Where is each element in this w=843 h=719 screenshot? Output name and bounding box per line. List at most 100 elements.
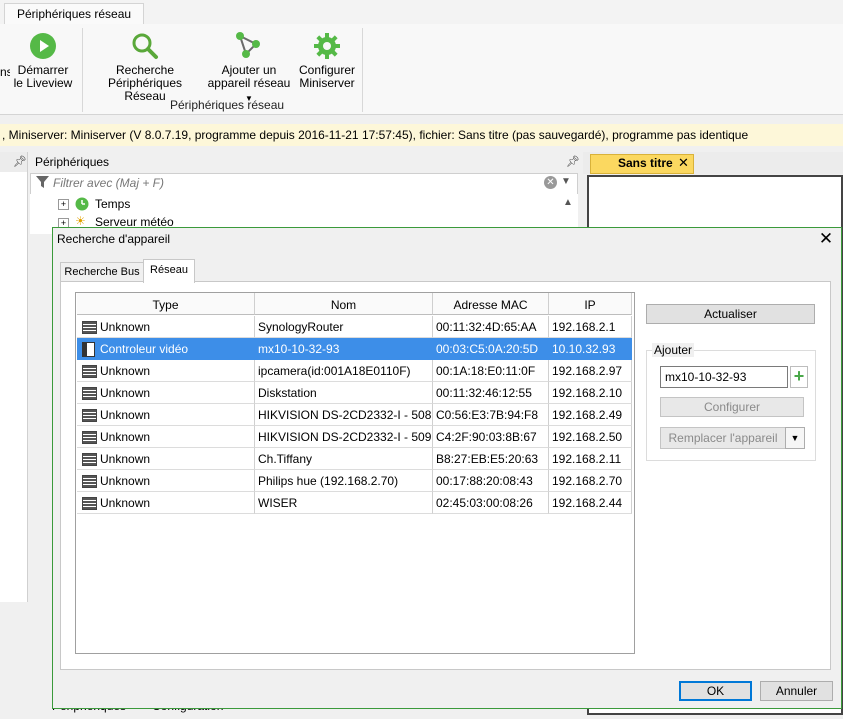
cell-ip: 192.168.2.97	[549, 360, 632, 382]
cell-text: C0:56:E3:7B:94:F8	[436, 408, 539, 422]
network-device-icon	[82, 365, 97, 378]
cell-text: Unknown	[100, 408, 151, 422]
table-row[interactable]: Unknown Ch.Tiffany B8:27:EB:E5:20:63 192.16…	[77, 448, 632, 470]
column-header-ip[interactable]: IP	[549, 293, 632, 315]
cell-ip: 10.10.32.93	[549, 338, 632, 360]
add-network-device-button[interactable]: Ajouter un appareil réseau ▼	[204, 30, 294, 105]
network-device-icon	[82, 453, 97, 466]
cell-text: Unknown	[100, 452, 151, 466]
table-row[interactable]: Unknown HIKVISION DS-2CD2332-I - 508... C0…	[77, 404, 632, 426]
cell-ip: 192.168.2.10	[549, 382, 632, 404]
add-device-label-2: appareil réseau	[207, 76, 291, 90]
close-icon[interactable]: ✕	[816, 229, 836, 249]
configure-miniserver-button[interactable]: Configurer Miniserver	[296, 32, 358, 90]
cell-text: 192.168.2.97	[552, 364, 623, 378]
start-liveview-button[interactable]: Démarrer le Liveview	[12, 32, 74, 90]
cell-type: Unknown	[77, 426, 255, 448]
ribbon-separator	[362, 28, 363, 112]
configure-button[interactable]: Configurer	[660, 397, 804, 417]
status-text: Miniserver: Miniserver (V 8.0.7.19, prog…	[8, 128, 749, 142]
cell-text: mx10-10-32-93	[258, 342, 340, 356]
ribbon-separator	[82, 28, 83, 112]
cell-mac: 00:11:32:4D:65:AA	[433, 316, 549, 338]
ribbon-partial-button[interactable]: ns	[0, 66, 10, 79]
cell-type: Unknown	[77, 382, 255, 404]
cell-text: Diskstation	[258, 386, 317, 400]
cell-type: Unknown	[77, 470, 255, 492]
device-name-input[interactable]	[660, 366, 788, 388]
column-header-name[interactable]: Nom	[255, 293, 433, 315]
clear-filter-icon[interactable]: ✕	[544, 176, 557, 189]
cell-text: 02:45:03:00:08:26	[436, 496, 533, 510]
close-tab-icon[interactable]: ✕	[678, 155, 689, 171]
cancel-button[interactable]: Annuler	[760, 681, 833, 701]
table-row[interactable]: Controleur vidéo mx10-10-32-93 00:03:C5:0A…	[77, 338, 632, 360]
ok-button[interactable]: OK	[679, 681, 752, 701]
cell-text: 00:1A:18:E0:11:0F	[436, 364, 536, 378]
cell-text: C4:2F:90:03:8B:67	[436, 430, 537, 444]
cell-ip: 192.168.2.11	[549, 448, 632, 470]
cell-text: HIKVISION DS-2CD2332-I - 509...	[258, 430, 433, 444]
cell-ip: 192.168.2.49	[549, 404, 632, 426]
ribbon-tab-network-devices[interactable]: Périphériques réseau	[4, 3, 145, 24]
cell-text: Unknown	[100, 430, 151, 444]
cell-name: HIKVISION DS-2CD2332-I - 508...	[255, 404, 433, 426]
replace-dropdown-icon[interactable]: ▼	[785, 427, 805, 449]
tab-network[interactable]: Réseau	[143, 259, 195, 283]
expand-icon[interactable]: +	[58, 199, 69, 210]
magnifier-icon	[132, 33, 158, 59]
pin-icon[interactable]: 📌︎	[13, 155, 27, 168]
cell-text: 00:03:C5:0A:20:5D	[436, 342, 539, 356]
table-row[interactable]: Unknown WISER 02:45:03:00:08:26 192.168.2.4…	[77, 492, 632, 514]
scroll-up-icon[interactable]: ▲	[563, 197, 573, 208]
cell-name: WISER	[255, 492, 433, 514]
cell-mac: 00:03:C5:0A:20:5D	[433, 338, 549, 360]
cell-mac: B8:27:EB:E5:20:63	[433, 448, 549, 470]
cell-text: B8:27:EB:E5:20:63	[436, 452, 539, 466]
cell-text: 192.168.2.49	[552, 408, 623, 422]
ribbon-group-label: Périphériques réseau	[170, 98, 285, 112]
cell-name: Philips hue (192.168.2.70)	[255, 470, 433, 492]
filter-placeholder: Filtrer avec (Maj + F)	[53, 176, 165, 190]
search-network-devices-button[interactable]: Recherche Périphériques Réseau	[87, 32, 203, 103]
left-pane	[0, 152, 28, 602]
cell-text: SynologyRouter	[258, 320, 344, 334]
cell-text: ipcamera(id:001A18E0110F)	[258, 364, 411, 378]
cell-text: HIKVISION DS-2CD2332-I - 508...	[258, 408, 433, 422]
cell-text: 00:17:88:20:08:43	[436, 474, 533, 488]
tab-bus-search[interactable]: Recherche Bus	[60, 262, 144, 282]
cell-ip: 192.168.2.1	[549, 316, 632, 338]
cell-ip: 192.168.2.70	[549, 470, 632, 492]
add-plus-icon[interactable]: +	[790, 366, 808, 388]
play-icon	[30, 33, 56, 59]
table-row[interactable]: Unknown HIKVISION DS-2CD2332-I - 509... C4…	[77, 426, 632, 448]
cell-mac: 00:1A:18:E0:11:0F	[433, 360, 549, 382]
cell-text: 00:11:32:46:12:55	[436, 386, 532, 400]
table-row[interactable]: Unknown SynologyRouter 00:11:32:4D:65:AA 19…	[77, 316, 632, 338]
table-row[interactable]: Unknown Diskstation 00:11:32:46:12:55 192.1…	[77, 382, 632, 404]
column-header-type[interactable]: Type	[77, 293, 255, 315]
cell-text: 192.168.2.1	[552, 320, 616, 334]
cell-text: Unknown	[100, 474, 151, 488]
cell-text: WISER	[258, 496, 298, 510]
replace-device-button[interactable]: Remplacer l'appareil	[660, 427, 785, 449]
cell-text: Unknown	[100, 496, 151, 510]
clock-icon	[75, 197, 89, 211]
cell-ip: 192.168.2.44	[549, 492, 632, 514]
refresh-button[interactable]: Actualiser	[646, 304, 815, 324]
column-header-mac[interactable]: Adresse MAC	[433, 293, 549, 315]
dialog-title: Recherche d'appareil	[57, 232, 171, 246]
tree-item-temps[interactable]: Temps	[95, 195, 130, 213]
cell-type: Unknown	[77, 316, 255, 338]
cell-mac: 02:45:03:00:08:26	[433, 492, 549, 514]
add-group-label: Ajouter	[652, 343, 695, 357]
cell-ip: 192.168.2.50	[549, 426, 632, 448]
filter-icon	[36, 176, 49, 188]
table-row[interactable]: Unknown ipcamera(id:001A18E0110F) 00:1A:18…	[77, 360, 632, 382]
ribbon-partial-label: ns	[0, 66, 10, 79]
filter-dropdown-icon[interactable]: ▼	[561, 176, 571, 187]
cell-name: ipcamera(id:001A18E0110F)	[255, 360, 433, 382]
table-row[interactable]: Unknown Philips hue (192.168.2.70) 00:17:8…	[77, 470, 632, 492]
cell-text: Controleur vidéo	[100, 342, 189, 356]
pin-icon[interactable]: 📌︎	[566, 155, 580, 168]
